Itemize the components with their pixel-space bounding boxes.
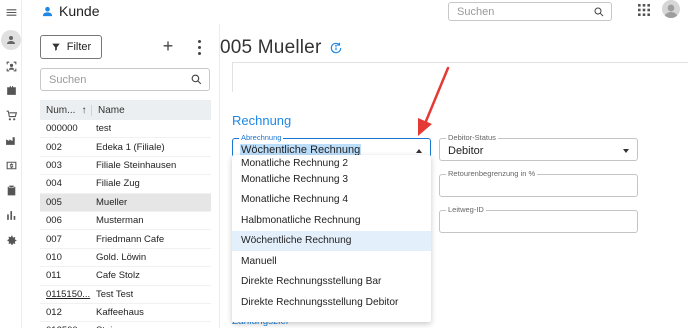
app-title: Kunde: [42, 3, 99, 19]
global-search-input[interactable]: Suchen: [448, 2, 612, 21]
column-name-header[interactable]: Name: [92, 105, 125, 116]
filter-label: Filter: [66, 41, 92, 53]
section-title-rechnung: Rechnung: [232, 113, 292, 128]
cell-number: 000000: [46, 123, 78, 135]
debitor-status-value: Debitor: [448, 145, 484, 157]
cell-name: Mueller: [96, 196, 128, 208]
table-row[interactable]: 006 Musterman: [40, 212, 211, 231]
dropdown-option[interactable]: Wöchentliche Rechnung: [232, 230, 431, 251]
cell-number: 0115150...: [46, 288, 91, 300]
arrow-up-icon[interactable]: [416, 149, 422, 153]
arrow-down-icon[interactable]: [623, 149, 629, 153]
info-refresh-icon[interactable]: [329, 41, 343, 55]
cart-icon[interactable]: [3, 107, 19, 123]
cell-name: Friedmann Cafe: [96, 233, 165, 245]
user-avatar[interactable]: [662, 0, 680, 18]
dropdown-option[interactable]: Manuell: [232, 251, 431, 272]
table-body: 000000 test 002 Edeka 1 (Filiale) 003 Filiale…: [40, 120, 211, 328]
abrechnung-dropdown-menu: Monatliche Rechnung 2 Monatliche Rechnung…: [232, 155, 431, 322]
money-icon[interactable]: [3, 157, 19, 173]
cell-number: 006: [46, 215, 62, 227]
table-row[interactable]: 012 Kaffeehaus: [40, 304, 211, 323]
search-icon[interactable]: [190, 73, 203, 86]
cell-name: Edeka 1 (Filiale): [96, 141, 165, 153]
dropdown-option[interactable]: Direkte Rechnungsstellung Debitor: [232, 292, 431, 313]
leitweg-id-input[interactable]: Leitweg-ID: [439, 205, 638, 233]
apps-grid-icon[interactable]: [638, 4, 650, 16]
debitor-status-select[interactable]: Debitor-Status Debitor: [439, 133, 638, 161]
retourenbegrenzung-label: Retourenbegrenzung in %: [446, 169, 538, 178]
annotation-arrow: [418, 66, 450, 136]
table-row[interactable]: 010 Gold. Löwin: [40, 249, 211, 268]
cell-number: 011: [46, 270, 62, 282]
clipboard-icon[interactable]: [3, 182, 19, 198]
cell-number: 012: [46, 307, 62, 319]
scan-person-icon[interactable]: [3, 58, 19, 74]
nav-customer-icon[interactable]: [1, 30, 21, 50]
sort-arrow-up-icon[interactable]: ↑: [81, 105, 86, 116]
cell-number: 004: [46, 178, 62, 190]
table-row[interactable]: 011 Cafe Stolz: [40, 267, 211, 286]
cell-number: 010: [46, 251, 62, 263]
table-row[interactable]: 000000 test: [40, 120, 211, 139]
nav-rail: [0, 0, 22, 328]
factory-icon[interactable]: [3, 132, 19, 148]
cell-name: test: [96, 123, 112, 135]
record-title: 005 Mueller: [220, 37, 343, 59]
table-row[interactable]: 005 Mueller: [40, 193, 211, 212]
global-search-placeholder: Suchen: [457, 5, 495, 18]
customer-table: Num... ↑ Name 000000 test 002 Edeka 1 (Fili…: [40, 100, 211, 328]
bar-chart-icon[interactable]: [3, 207, 19, 223]
dropdown-option[interactable]: Monatliche Rechnung 2: [232, 155, 431, 169]
table-row[interactable]: 004 Filiale Zug: [40, 175, 211, 194]
cell-number: 002: [46, 141, 62, 153]
filter-icon: [52, 43, 60, 51]
cell-number: 007: [46, 233, 62, 245]
leitweg-id-label: Leitweg-ID: [446, 205, 486, 214]
cell-name: Musterman: [96, 215, 144, 227]
app-title-text: Kunde: [59, 3, 100, 19]
table-row[interactable]: 0115150... Test Test: [40, 286, 211, 304]
table-row[interactable]: 007 Friedmann Cafe: [40, 230, 211, 249]
panel-divider: [219, 24, 220, 328]
cell-number: 005: [46, 196, 62, 208]
retourenbegrenzung-input[interactable]: Retourenbegrenzung in %: [439, 169, 638, 197]
cell-name: Cafe Stolz: [96, 270, 140, 282]
cell-name: Kaffeehaus: [96, 307, 144, 319]
table-row[interactable]: 002 Edeka 1 (Filiale): [40, 138, 211, 157]
table-row[interactable]: 012500Steiner: [40, 322, 211, 328]
top-bar: Kunde Suchen: [22, 0, 688, 24]
table-row[interactable]: 003 Filiale Steinhausen: [40, 157, 211, 176]
cell-name: Gold. Löwin: [96, 251, 147, 263]
table-header: Num... ↑ Name: [40, 100, 211, 120]
menu-icon[interactable]: [3, 4, 19, 20]
list-search-input[interactable]: Suchen: [40, 68, 210, 91]
dropdown-option[interactable]: Direkte Rechnungsstellung Bar: [232, 272, 431, 293]
column-number-header[interactable]: Num... ↑: [40, 104, 92, 116]
cell-name: Filiale Steinhausen: [96, 159, 177, 171]
cell-name: Filiale Zug: [96, 178, 140, 190]
cell-number: 003: [46, 159, 62, 171]
add-icon[interactable]: +: [160, 37, 176, 55]
abrechnung-label: Abrechnung: [239, 133, 284, 142]
cell-name: Test Test: [96, 288, 134, 300]
more-vert-icon[interactable]: [194, 38, 204, 56]
list-search-placeholder: Suchen: [49, 73, 87, 86]
briefcase-icon[interactable]: [3, 82, 19, 98]
search-icon[interactable]: [593, 6, 605, 18]
previous-section-card: [232, 62, 688, 92]
filter-button[interactable]: Filter: [40, 35, 102, 59]
settings-icon[interactable]: [3, 232, 19, 248]
dropdown-option[interactable]: Monatliche Rechnung 4: [232, 190, 431, 211]
person-icon: [42, 6, 53, 16]
dropdown-option[interactable]: Monatliche Rechnung 3: [232, 169, 431, 190]
dropdown-option[interactable]: Halbmonatliche Rechnung: [232, 210, 431, 231]
record-title-text: 005 Mueller: [220, 37, 322, 58]
